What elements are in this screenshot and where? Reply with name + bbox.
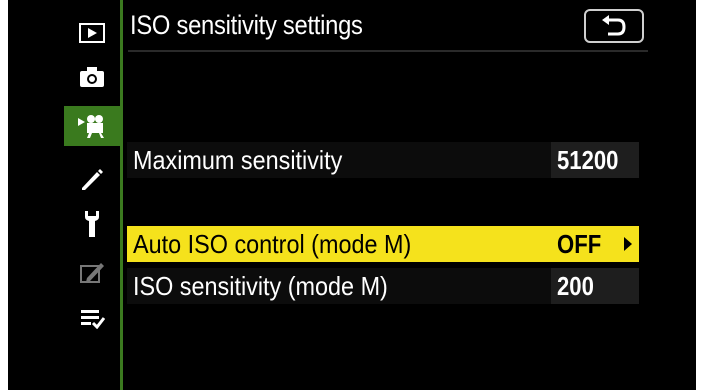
custom-settings-pencil-icon [82,169,103,190]
sidebar-item-photo-shooting[interactable] [64,57,120,97]
sidebar-item-movie-shooting[interactable] [64,106,120,146]
menu-row-label: ISO sensitivity (mode M) [133,271,388,301]
menu-row-value: OFF [557,229,602,259]
menu-row-maximum-sensitivity[interactable]: Maximum sensitivity 51200 [127,142,639,178]
menu-row-value: 200 [557,271,594,301]
sidebar-item-my-menu[interactable] [64,298,120,338]
menu-row-value: 51200 [557,145,619,175]
sidebar-item-setup[interactable] [64,204,120,244]
bezel-right [696,0,704,390]
menu-row-iso-sensitivity[interactable]: ISO sensitivity (mode M) 200 [127,268,639,304]
sidebar-item-playback[interactable] [64,13,120,53]
menu-row-label: Auto ISO control (mode M) [133,229,412,259]
back-button[interactable] [584,9,644,43]
title-divider [128,50,648,52]
menu-sidebar [8,0,120,390]
movie-shooting-icon [78,115,104,138]
return-arrow-icon [602,15,626,36]
photo-shooting-icon [80,67,104,87]
sidebar-divider [120,0,123,390]
playback-icon [79,23,105,43]
sidebar-item-retouch[interactable] [64,252,120,292]
setup-wrench-icon [85,211,99,237]
page-title: ISO sensitivity settings [130,10,363,40]
retouch-icon [80,263,104,283]
chevron-right-icon [624,237,632,251]
menu-row-label: Maximum sensitivity [133,145,343,175]
bezel-left [0,0,8,390]
my-menu-icon [81,310,105,329]
menu-row-auto-iso-control[interactable]: Auto ISO control (mode M) OFF [127,226,639,262]
camera-screen: ISO sensitivity settings Maximum sensiti… [8,0,696,390]
sidebar-item-custom-settings[interactable] [64,160,120,200]
